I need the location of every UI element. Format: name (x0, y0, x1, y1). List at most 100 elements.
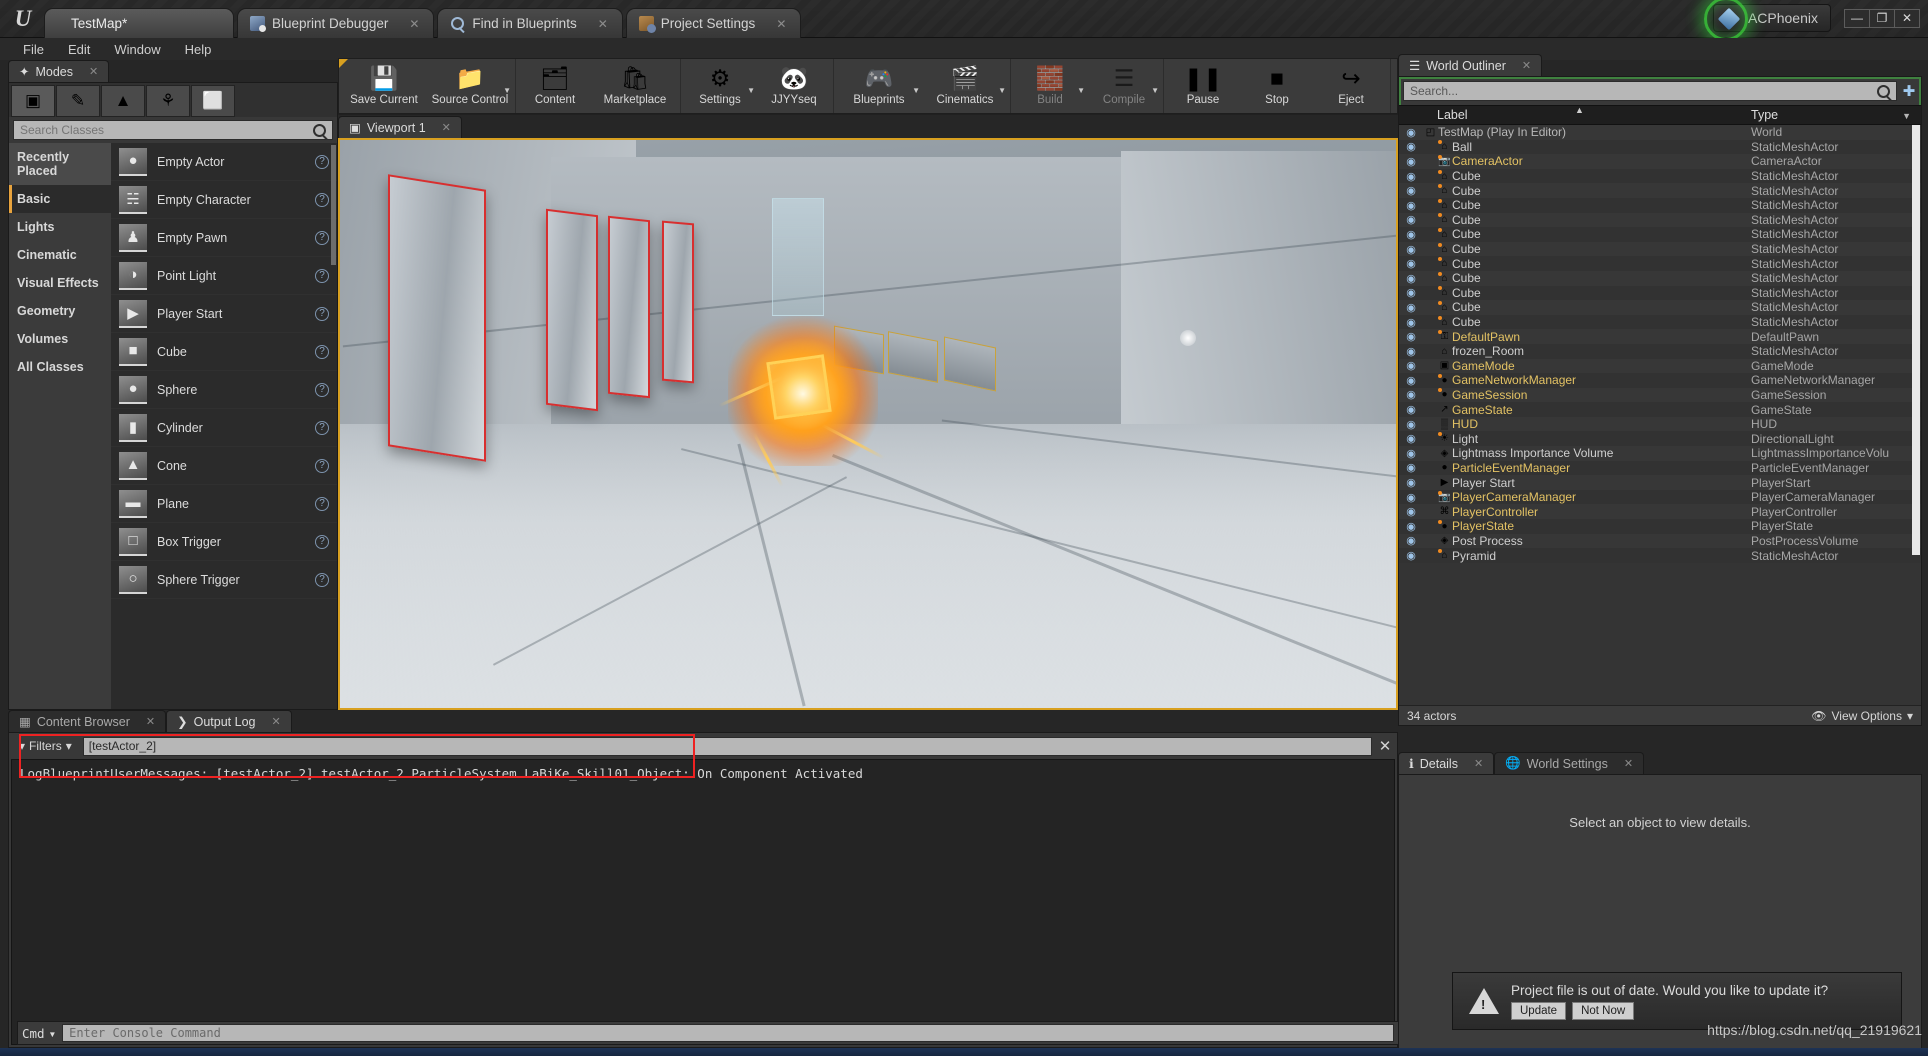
menu-edit[interactable]: Edit (57, 40, 101, 59)
outliner-row[interactable]: ◉ ⌂ Cube StaticMeshActor (1399, 227, 1921, 242)
chevron-down-icon[interactable]: ▼ (747, 86, 755, 95)
column-header-label[interactable]: Label ▲ (1399, 105, 1751, 122)
chevron-down-icon[interactable]: ▼ (998, 86, 1006, 95)
log-output-area[interactable]: LogBlueprintUserMessages: [testActor_2] … (11, 759, 1395, 1045)
visibility-eye-icon[interactable]: ◉ (1403, 301, 1419, 314)
outliner-row[interactable]: ◉ ☀ Light DirectionalLight (1399, 431, 1921, 447)
help-icon[interactable]: ? (315, 534, 329, 549)
not-now-button[interactable]: Not Now (1572, 1001, 1635, 1020)
visibility-eye-icon[interactable]: ◉ (1403, 316, 1419, 329)
help-icon[interactable]: ? (315, 230, 329, 245)
menu-file[interactable]: File (12, 40, 55, 59)
outliner-row[interactable]: ◉ ⌂ Cube StaticMeshActor (1399, 300, 1921, 315)
category-basic[interactable]: Basic (9, 185, 111, 213)
place-mode[interactable]: ▣ (11, 85, 55, 117)
visibility-eye-icon[interactable]: ◉ (1403, 286, 1419, 299)
toolbar-content[interactable]: 🗂 Content (518, 59, 592, 113)
close-icon[interactable]: ✕ (271, 715, 280, 728)
actor-item[interactable]: □ Box Trigger? (111, 523, 337, 561)
visibility-eye-icon[interactable]: ◉ (1403, 272, 1419, 285)
category-recently-placed[interactable]: Recently Placed (9, 143, 111, 185)
tab-output-log[interactable]: ❯ Output Log ✕ (166, 710, 292, 732)
foliage-mode[interactable]: ⚘ (146, 85, 190, 117)
account-button[interactable]: ACPhoenix (1703, 0, 1831, 41)
actor-item[interactable]: ▶ Player Start? (111, 295, 337, 333)
outliner-row[interactable]: ◉ 📷 PlayerCameraManager PlayerCameraManager (1399, 489, 1921, 505)
close-icon[interactable]: ✕ (442, 121, 451, 134)
outliner-row[interactable]: ◉ ⌂ Cube StaticMeshActor (1399, 256, 1921, 271)
column-header-type[interactable]: Type ▼ (1751, 108, 1921, 122)
chevron-down-icon[interactable]: ▼ (1077, 86, 1085, 95)
visibility-eye-icon[interactable]: ◉ (1403, 330, 1419, 343)
toolbar-source-control[interactable]: 📁 Source Control ▼ (427, 59, 513, 113)
actor-item[interactable]: ▬ Plane? (111, 485, 337, 523)
outliner-row[interactable]: ◉ ▶ Player Start PlayerStart (1399, 475, 1921, 490)
outliner-row[interactable]: ◉ ⌂ Cube StaticMeshActor (1399, 314, 1921, 330)
outliner-row[interactable]: ◉ ● GameNetworkManager GameNetworkManager (1399, 373, 1921, 388)
outliner-row[interactable]: ◉ ↗ GameState GameState (1399, 402, 1921, 417)
outliner-row[interactable]: ◉ ⌂ Cube StaticMeshActor (1399, 212, 1921, 228)
outliner-row[interactable]: ◉ ▒ HUD HUD (1399, 416, 1921, 432)
tab-content-browser[interactable]: ▦ Content Browser ✕ (8, 710, 167, 732)
visibility-eye-icon[interactable]: ◉ (1403, 257, 1419, 270)
restore-button[interactable]: ❐ (1869, 8, 1895, 28)
visibility-eye-icon[interactable]: ◉ (1403, 170, 1419, 183)
toolbar-settings[interactable]: ⚙ Settings ▼ (683, 59, 757, 113)
help-icon[interactable]: ? (315, 344, 329, 359)
actor-item[interactable]: ☵ Empty Character? (111, 181, 337, 219)
visibility-eye-icon[interactable]: ◉ (1403, 491, 1419, 504)
visibility-eye-icon[interactable]: ◉ (1403, 403, 1419, 416)
toolbar-blueprints[interactable]: 🎮 Blueprints ▼ (836, 59, 922, 113)
landscape-mode[interactable]: ▲ (101, 85, 145, 117)
outliner-row[interactable]: ◉ ● GameSession GameSession (1399, 387, 1921, 403)
tab-viewport-1[interactable]: ▣ Viewport 1 ✕ (338, 116, 462, 138)
category-all-classes[interactable]: All Classes (9, 353, 111, 381)
filters-button[interactable]: ▾ Filters ▾ (11, 737, 80, 755)
actor-item[interactable]: ♟ Empty Pawn? (111, 219, 337, 257)
close-icon[interactable]: ✕ (395, 17, 419, 31)
close-button[interactable]: ✕ (1894, 8, 1920, 28)
toolbar-eject[interactable]: ↪ Eject (1314, 59, 1388, 113)
view-options-button[interactable]: 👁 View Options ▾ (1811, 709, 1913, 723)
search-input[interactable] (20, 123, 313, 137)
tab-modes[interactable]: ✦ Modes ✕ (8, 60, 110, 82)
visibility-eye-icon[interactable]: ◉ (1403, 213, 1419, 226)
actor-item[interactable]: ● Sphere? (111, 371, 337, 409)
help-icon[interactable]: ? (315, 306, 329, 321)
update-button[interactable]: Update (1511, 1001, 1567, 1020)
visibility-eye-icon[interactable]: ◉ (1403, 520, 1419, 533)
visibility-eye-icon[interactable]: ◉ (1403, 447, 1419, 460)
toolbar-jjyyseq[interactable]: 🐼 JJYYseq (757, 59, 831, 113)
help-icon[interactable]: ? (315, 382, 329, 397)
help-icon[interactable]: ? (315, 420, 329, 435)
paint-mode[interactable]: ✎ (56, 85, 100, 117)
tab-details[interactable]: ℹ Details ✕ (1398, 752, 1495, 774)
actor-item[interactable]: ▮ Cylinder? (111, 409, 337, 447)
outliner-row-list[interactable]: ◉ ◰ TestMap (Play In Editor) World ◉ ⌂ Ball Sta… (1399, 125, 1921, 705)
outliner-row[interactable]: ◉ ⚿ DefaultPawn DefaultPawn (1399, 329, 1921, 344)
chevron-down-icon[interactable]: ▼ (1151, 86, 1159, 95)
visibility-eye-icon[interactable]: ◉ (1403, 184, 1419, 197)
chevron-down-icon[interactable]: ▼ (503, 86, 511, 95)
actor-item[interactable]: ○ Sphere Trigger? (111, 561, 337, 599)
visibility-eye-icon[interactable]: ◉ (1403, 549, 1419, 562)
actor-item[interactable]: ▲ Cone? (111, 447, 337, 485)
close-icon[interactable]: ✕ (762, 17, 786, 31)
visibility-eye-icon[interactable]: ◉ (1403, 359, 1419, 372)
outliner-row[interactable]: ◉ ● PlayerState PlayerState (1399, 519, 1921, 534)
category-cinematic[interactable]: Cinematic (9, 241, 111, 269)
tab-world-outliner[interactable]: ☰ World Outliner ✕ (1398, 54, 1543, 76)
visibility-eye-icon[interactable]: ◉ (1403, 534, 1419, 547)
outliner-row[interactable]: ◉ ⌂ Cube StaticMeshActor (1399, 197, 1921, 213)
console-input[interactable]: Enter Console Command (62, 1024, 1394, 1042)
visibility-eye-icon[interactable]: ◉ (1403, 199, 1419, 212)
toolbar-save-current[interactable]: 💾 Save Current (341, 59, 427, 113)
close-icon[interactable]: ✕ (584, 17, 608, 31)
help-icon[interactable]: ? (315, 268, 329, 283)
actor-item[interactable]: ● Empty Actor? (111, 143, 337, 181)
visibility-eye-icon[interactable]: ◉ (1403, 140, 1419, 153)
outliner-row[interactable]: ◉ ⌂ Cube StaticMeshActor (1399, 270, 1921, 286)
actor-list-scrollbar[interactable] (331, 145, 336, 265)
category-geometry[interactable]: Geometry (9, 297, 111, 325)
column-options-icon[interactable]: ▼ (1902, 111, 1911, 121)
